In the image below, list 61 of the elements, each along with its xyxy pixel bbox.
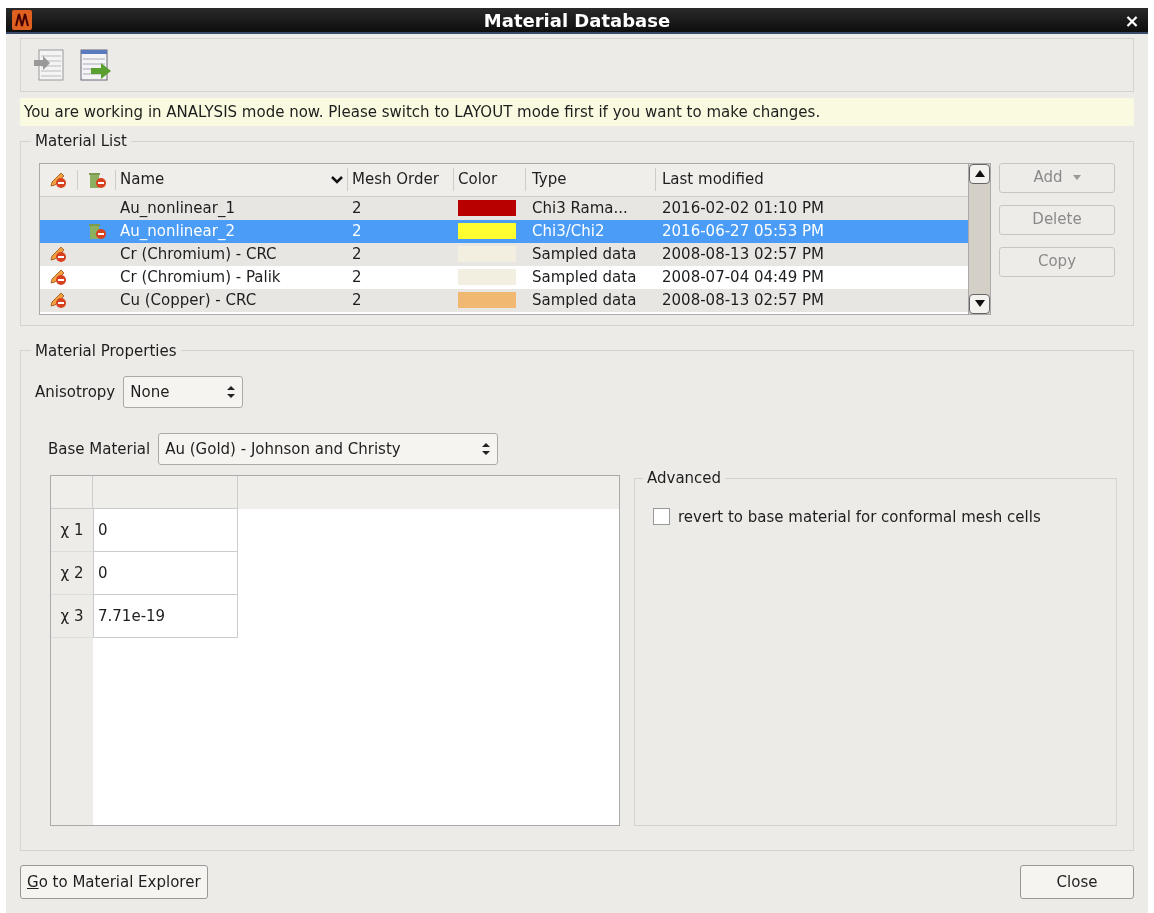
pencil-minus-icon — [49, 290, 69, 310]
app-logo-icon — [12, 10, 32, 30]
table-cell-text: 2 — [351, 220, 363, 242]
revert-checkbox[interactable]: revert to base material for conformal mesh cells — [653, 505, 1098, 528]
table-cell: 0 — [93, 552, 238, 595]
table-cell-text: Chi3 Rama... — [531, 197, 629, 219]
material-explorer-button[interactable]: Go to Material Explorer — [20, 865, 208, 899]
close-dialog-button[interactable]: Close — [1020, 865, 1134, 899]
group-title: Material List — [34, 131, 128, 152]
table-cell-text: Cu (Copper) - CRC — [119, 289, 258, 311]
table-cell: 7.71e-19 — [93, 595, 238, 638]
scroll-down-icon[interactable] — [974, 300, 985, 307]
pencil-minus-icon — [49, 267, 69, 287]
table-row[interactable]: Cr (Chromium) - CRC 2 Sampled data 2008-08-13 02:57 PM — [40, 242, 968, 266]
row-header: χ 3 — [51, 595, 93, 638]
notice-banner: You are working in ANALYSIS mode now. Please switch to LAYOUT mode first if you want to make changes. — [20, 98, 1134, 126]
table-cell-text: Sampled data — [531, 243, 638, 265]
window-title: Material Database — [482, 8, 672, 33]
table-cell-text: Cr (Chromium) - Palik — [119, 266, 282, 288]
import-list-icon[interactable] — [33, 48, 65, 82]
table-cell-text: 2008-08-13 02:57 PM — [661, 289, 825, 311]
close-button[interactable]: × — [1122, 6, 1142, 34]
pencil-minus-icon — [49, 244, 69, 264]
checkbox[interactable] — [653, 508, 670, 526]
table-cell-text: Au_nonlinear_1 — [119, 197, 236, 219]
table-cell-text: Sampled data — [531, 266, 638, 288]
base-material-select[interactable]: Au (Gold) - Johnson and Christy — [158, 433, 499, 465]
column-header[interactable]: Last modified — [656, 168, 968, 191]
table-cell-text: 2008-07-04 04:49 PM — [661, 266, 825, 288]
table-cell-text: 2008-08-13 02:57 PM — [661, 243, 825, 265]
export-list-icon[interactable] — [79, 48, 113, 82]
trash-minus-icon — [86, 221, 108, 241]
field-label: Base Material — [48, 438, 151, 460]
table-row[interactable]: Cu (Copper) - CRC 2 Sampled data 2008-08-13 02:57 PM — [40, 288, 968, 312]
group-title: Material Properties — [34, 340, 178, 362]
column-header[interactable]: Mesh Order — [348, 168, 454, 191]
column-header[interactable]: Color — [454, 168, 526, 191]
table-cell-text: Chi3/Chi2 — [531, 220, 606, 242]
table-row[interactable]: Au_nonlinear_1 2 Chi3 Rama... 2016-02-02 01:10 PM — [40, 196, 968, 220]
spinner-icon — [226, 385, 237, 399]
scrollbar[interactable] — [968, 163, 990, 314]
row-header: χ 1 — [51, 509, 93, 552]
spinner-icon — [481, 442, 492, 456]
table-cell-text: 2 — [351, 243, 363, 265]
group-title: Advanced — [646, 468, 723, 489]
table-cell-text: Au_nonlinear_2 — [119, 220, 236, 242]
table-cell-text: 2 — [351, 197, 363, 219]
table-cell-text: Sampled data — [531, 289, 638, 311]
anisotropy-select[interactable]: None — [123, 376, 244, 408]
scroll-up-icon[interactable] — [974, 170, 985, 177]
sort-chevron-icon — [331, 175, 343, 184]
table-cell-text: Cr (Chromium) - CRC — [119, 243, 278, 265]
table-cell-text: 2 — [351, 266, 363, 288]
table-cell-text: 2016-06-27 05:53 PM — [661, 220, 825, 242]
table-cell-text: 2 — [351, 289, 363, 311]
row-header: χ 2 — [51, 552, 93, 595]
field-label: Anisotropy — [35, 381, 116, 403]
column-header[interactable]: Name — [116, 168, 348, 191]
column-header[interactable]: Type — [526, 168, 656, 191]
table-cell-text: 2016-02-02 01:10 PM — [661, 197, 825, 219]
table-cell: 0 — [93, 509, 238, 552]
